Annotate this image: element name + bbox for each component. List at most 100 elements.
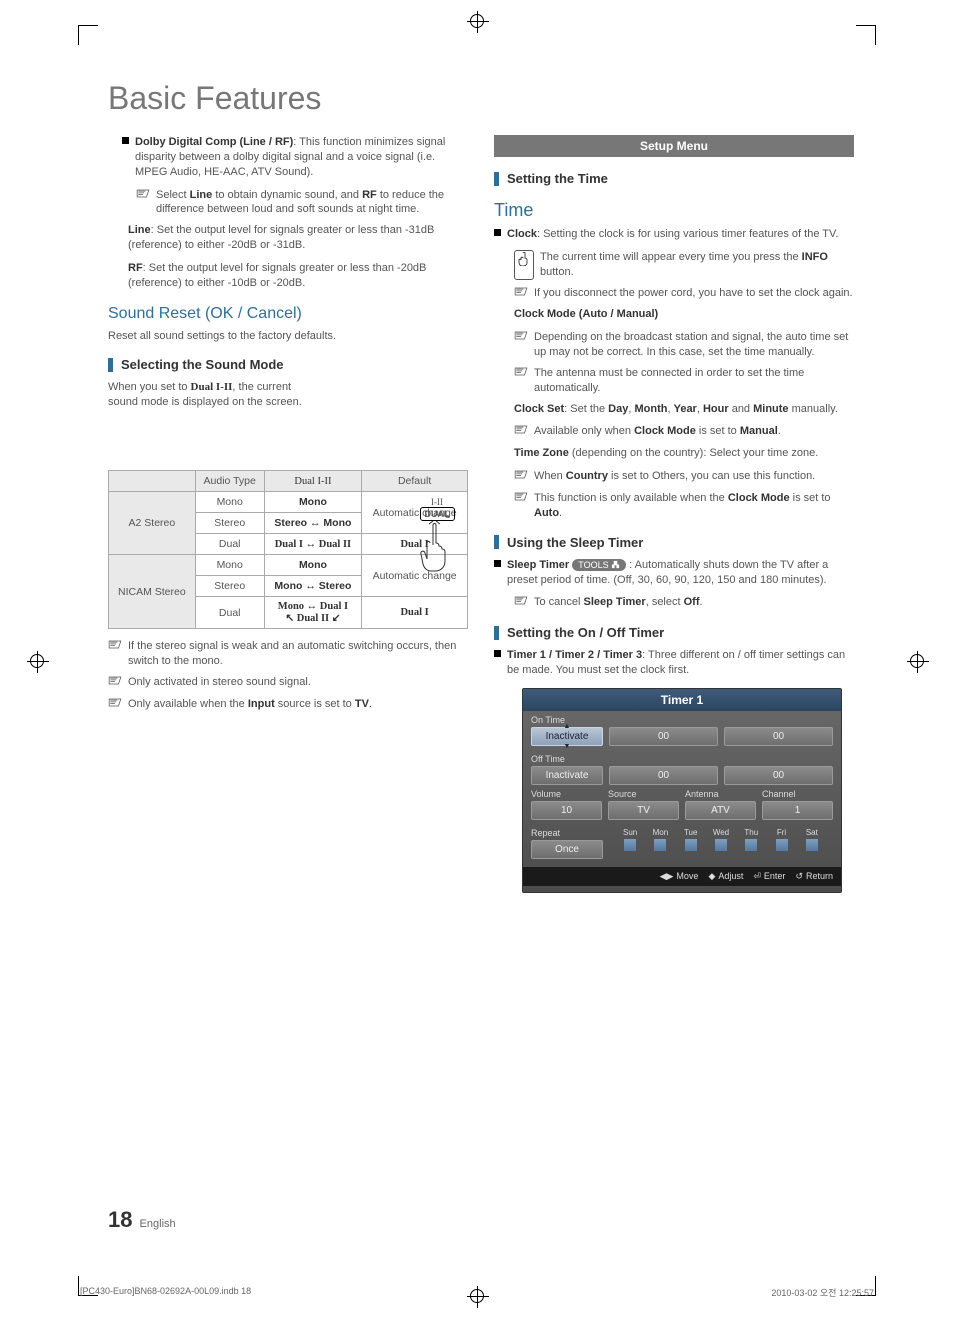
text: Auto xyxy=(534,507,559,519)
day-sun[interactable]: Sun xyxy=(617,828,643,851)
text: Clock Mode xyxy=(728,492,790,504)
text: : Set the output level for signals great… xyxy=(128,224,434,251)
text: manually. xyxy=(789,403,838,415)
heading-label: Setting the Time xyxy=(507,171,608,186)
text: Dual I-II xyxy=(191,381,233,393)
registration-mark-icon xyxy=(470,14,484,28)
table-group: NICAM Stereo xyxy=(109,555,196,629)
day-sat[interactable]: Sat xyxy=(799,828,825,851)
text: The antenna must be connected in order t… xyxy=(534,366,854,396)
time-zone-note-1: When Country is set to Others, you can u… xyxy=(514,469,854,485)
selecting-sound-text: When you set to Dual I-II, the current s… xyxy=(108,380,318,410)
table-group: A2 Stereo xyxy=(109,492,196,555)
on-time-state[interactable]: ▲ Inactivate ▼ xyxy=(531,727,603,746)
dolby-label: Dolby Digital Comp (Line / RF) xyxy=(135,136,293,148)
text: Manual xyxy=(740,425,778,437)
note-icon xyxy=(136,188,150,218)
text: , select xyxy=(646,596,684,608)
page-language: English xyxy=(140,1218,176,1230)
channel-value[interactable]: 1 xyxy=(762,801,833,820)
crop-mark xyxy=(78,25,98,45)
timer1-panel: Timer 1 On Time ▲ Inactivate ▼ 00 00 Off… xyxy=(522,688,842,893)
off-time-label: Off Time xyxy=(523,750,841,766)
note-icon xyxy=(108,639,122,669)
text: . xyxy=(369,698,372,710)
setting-time-heading: Setting the Time xyxy=(494,171,854,186)
heading-bar-icon xyxy=(494,535,499,549)
on-time-label: On Time xyxy=(523,711,841,727)
footer-date: 2010-03-02 오전 12:25:57 xyxy=(771,1286,874,1299)
text: . xyxy=(700,596,703,608)
text: To cancel xyxy=(534,596,584,608)
text: If the stereo signal is weak and an auto… xyxy=(128,639,468,669)
off-time-state[interactable]: Inactivate xyxy=(531,766,603,785)
table-cell: Mono ↔ Stereo xyxy=(264,576,362,597)
hand-pointer-icon xyxy=(416,521,458,576)
sound-reset-heading: Sound Reset (OK / Cancel) xyxy=(108,305,468,323)
text: : Setting the clock is for using various… xyxy=(537,228,838,240)
table-cell: Stereo xyxy=(195,513,264,534)
ch-label: Channel xyxy=(762,789,833,799)
sleep-timer-heading: Using the Sleep Timer xyxy=(494,535,854,550)
text: Input xyxy=(248,698,275,710)
time-zone: Time Zone (depending on the country): Se… xyxy=(514,446,854,461)
repeat-value[interactable]: Once xyxy=(531,840,603,859)
dolby-item: Dolby Digital Comp (Line / RF): This fun… xyxy=(122,135,468,180)
source-value[interactable]: TV xyxy=(608,801,679,820)
on-time-hh[interactable]: 00 xyxy=(609,727,718,746)
heading-bar-icon xyxy=(108,358,113,372)
day-mon[interactable]: Mon xyxy=(647,828,673,851)
page: Basic Features Dolby Digital Comp (Line … xyxy=(0,0,954,1321)
heading-label: Setting the On / Off Timer xyxy=(507,625,664,640)
text: . xyxy=(559,507,562,519)
antenna-value[interactable]: ATV xyxy=(685,801,756,820)
footer-return: ↺ Return xyxy=(795,871,833,882)
text: is set to xyxy=(790,492,831,504)
text: Country xyxy=(566,470,608,482)
panel-footer: ◀▶ Move ◆ Adjust ⏎ Enter ↺ Return xyxy=(523,867,841,886)
text: Clock Mode xyxy=(634,425,696,437)
sound-reset-text: Reset all sound settings to the factory … xyxy=(108,329,468,344)
off-time-hh[interactable]: 00 xyxy=(609,766,718,785)
heading-label: Selecting the Sound Mode xyxy=(121,357,284,372)
day-fri[interactable]: Fri xyxy=(768,828,794,851)
on-time-mm[interactable]: 00 xyxy=(724,727,833,746)
text: Clock Set xyxy=(514,403,564,415)
clock-mode-label: Clock Mode (Auto / Manual) xyxy=(514,307,854,322)
text: Only activated in stereo sound signal. xyxy=(128,675,311,691)
text: Time Zone xyxy=(514,447,569,459)
text: When xyxy=(534,470,566,482)
clock-mode-note-1: Depending on the broadcast station and s… xyxy=(514,330,854,360)
crop-mark xyxy=(856,25,876,45)
text: Year xyxy=(674,403,697,415)
sleep-timer-note: To cancel Sleep Timer, select Off. xyxy=(514,595,854,611)
square-bullet-icon xyxy=(494,560,501,567)
text: RF xyxy=(362,189,377,201)
square-bullet-icon xyxy=(122,137,129,144)
text: Line xyxy=(190,189,213,201)
table-cell: Dual xyxy=(195,534,264,555)
day-thu[interactable]: Thu xyxy=(738,828,764,851)
table-cell: Mono xyxy=(195,555,264,576)
volume-value[interactable]: 10 xyxy=(531,801,602,820)
heading-bar-icon xyxy=(494,626,499,640)
day-wed[interactable]: Wed xyxy=(708,828,734,851)
text: Off xyxy=(684,596,700,608)
clock-set-note: Available only when Clock Mode is set to… xyxy=(514,424,854,440)
ant-label: Antenna xyxy=(685,789,756,799)
note-icon xyxy=(514,469,528,485)
table-header: Dual I-II xyxy=(264,471,362,492)
day-tue[interactable]: Tue xyxy=(678,828,704,851)
text: Sleep Timer xyxy=(584,596,646,608)
table-cell: Mono xyxy=(264,492,362,513)
text: Only available when the xyxy=(128,698,248,710)
dolby-note-line-rf: Select Line to obtain dynamic sound, and… xyxy=(136,188,468,218)
off-time-mm[interactable]: 00 xyxy=(724,766,833,785)
table-header-empty xyxy=(109,471,196,492)
text: RF xyxy=(128,262,143,274)
note-icon xyxy=(108,675,122,691)
text: TV xyxy=(355,698,369,710)
text: is set to xyxy=(696,425,740,437)
registration-mark-icon xyxy=(30,654,44,668)
text: Depending on the broadcast station and s… xyxy=(534,330,854,360)
